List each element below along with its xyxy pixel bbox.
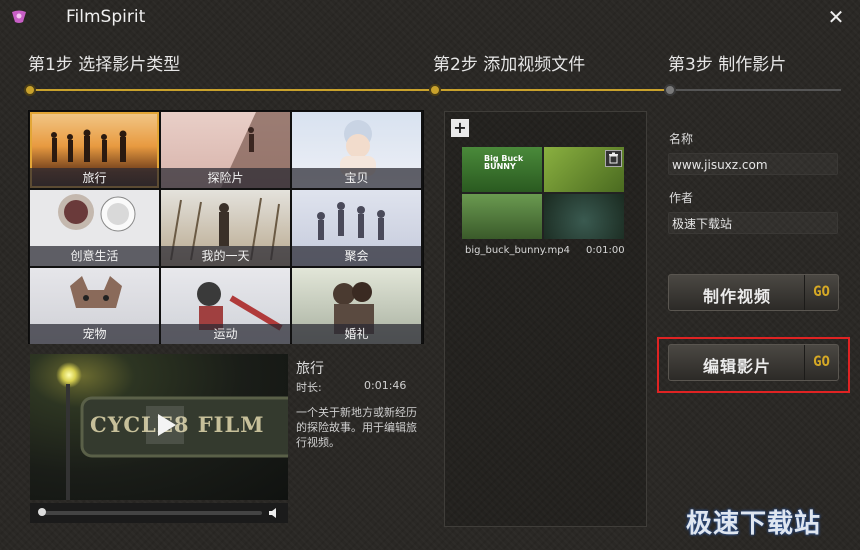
category-baby[interactable]: 宝贝	[292, 112, 421, 188]
step-3-dot	[664, 84, 676, 96]
category-description: 一个关于新地方或新经历的探险故事。用于编辑旅行视频。	[296, 406, 417, 449]
play-icon[interactable]	[146, 406, 184, 444]
close-button[interactable]: ✕	[826, 6, 846, 28]
lamp-post	[66, 384, 70, 500]
category-label: 探险片	[161, 168, 290, 188]
category-label: 宠物	[30, 324, 159, 344]
category-label: 旅行	[30, 168, 159, 188]
step-2-dot	[429, 84, 441, 96]
thumb-frame-3	[462, 194, 542, 239]
step-2-label: 第2步 添加视频文件	[433, 55, 586, 75]
duration-value: 0:01:46	[364, 379, 407, 392]
duration-label: 时长:	[296, 381, 322, 394]
progress-line-inactive	[671, 89, 841, 91]
thumb-frame-4	[544, 194, 624, 239]
seek-bar[interactable]	[30, 503, 288, 523]
category-creative-life[interactable]: 创意生活	[30, 190, 159, 266]
media-file-name: big_buck_bunny.mp4	[465, 245, 570, 256]
author-field[interactable]: 极速下载站	[668, 212, 838, 234]
preview-video[interactable]: CYCLE8 FILM	[30, 354, 288, 500]
category-label: 聚会	[292, 246, 421, 266]
watermark-text: 极速下载站	[686, 509, 822, 539]
step-1-dot	[24, 84, 36, 96]
thumb-frame-1: Big Buck BUNNY	[462, 147, 542, 192]
name-field[interactable]: www.jisuxz.com	[668, 153, 838, 175]
category-name: 旅行	[296, 361, 324, 377]
seek-track[interactable]	[42, 511, 262, 515]
step-1-label: 第1步 选择影片类型	[28, 55, 181, 75]
author-label: 作者	[669, 191, 694, 205]
category-wedding[interactable]: 婚礼	[292, 268, 421, 344]
category-adventure[interactable]: 探险片	[161, 112, 290, 188]
category-label: 婚礼	[292, 324, 421, 344]
category-label: 宝贝	[292, 168, 421, 188]
category-sports[interactable]: 运动	[161, 268, 290, 344]
category-pet[interactable]: 宠物	[30, 268, 159, 344]
add-media-button[interactable]: +	[451, 119, 469, 137]
app-logo-icon	[12, 10, 26, 23]
name-label: 名称	[669, 132, 694, 146]
category-grid: 旅行 探险片 宝贝 创意生活 我的一天 聚会 宠物 运动 婚礼	[28, 110, 424, 344]
media-thumbnail[interactable]: Big Buck BUNNY	[462, 147, 624, 239]
title-bar[interactable]: FilmSpirit ✕	[0, 0, 860, 36]
highlight-box	[657, 337, 850, 393]
category-my-day[interactable]: 我的一天	[161, 190, 290, 266]
seek-knob[interactable]	[38, 508, 46, 516]
make-video-button[interactable]: 制作视频 GO	[668, 274, 839, 311]
go-label: GO	[804, 275, 838, 310]
media-file-duration: 0:01:00	[586, 245, 625, 256]
category-label: 我的一天	[161, 246, 290, 266]
category-party[interactable]: 聚会	[292, 190, 421, 266]
filmspirit-window: FilmSpirit ✕ 第1步 选择影片类型 第2步 添加视频文件 第3步 制…	[0, 0, 860, 550]
trash-icon[interactable]	[605, 150, 622, 167]
app-title: FilmSpirit	[66, 7, 146, 27]
category-travel[interactable]: 旅行	[30, 112, 159, 188]
thumb-title-text: Big Buck BUNNY	[484, 154, 524, 171]
category-label: 运动	[161, 324, 290, 344]
step-3-label: 第3步 制作影片	[668, 55, 787, 75]
make-video-label: 制作视频	[702, 287, 771, 306]
volume-icon[interactable]	[268, 507, 280, 519]
progress-line-active	[28, 89, 671, 91]
category-label: 创意生活	[30, 246, 159, 266]
